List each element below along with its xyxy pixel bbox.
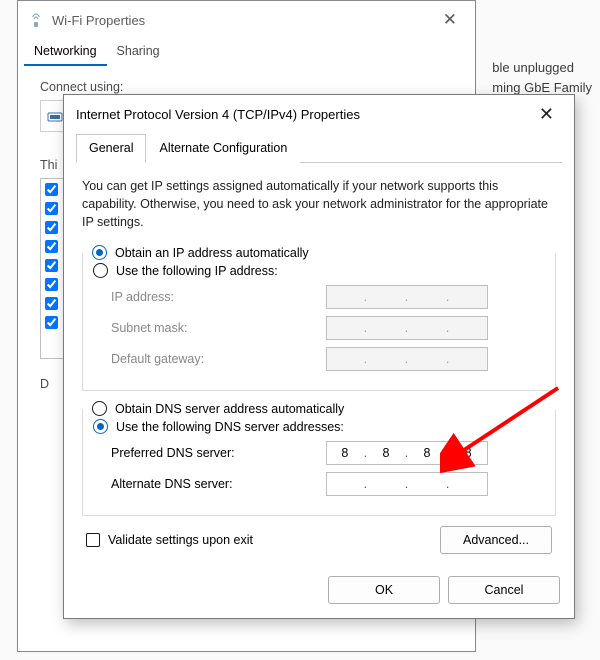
ip-address-label: IP address: [111,290,326,304]
background-partial-text: ble unplugged ming GbE Family [492,58,592,97]
dns-group: Use the following DNS server addresses: … [82,409,556,516]
list-item-checkbox[interactable] [45,297,58,310]
list-item-checkbox[interactable] [45,183,58,196]
preferred-dns-field[interactable]: 8. 8. 8. 8 [326,441,488,465]
ip-address-field: ... [326,285,488,309]
checkbox-icon [86,533,100,547]
dialog-button-bar: OK Cancel [64,566,574,618]
close-icon[interactable]: ✕ [435,8,465,32]
close-icon[interactable]: ✕ [531,102,562,127]
radio-icon [93,263,108,278]
ip-address-group: Use the following IP address: IP address… [82,253,556,391]
alternate-dns-field[interactable]: . . . [326,472,488,496]
ipv4-description: You can get IP settings assigned automat… [82,177,556,231]
ipv4-title: Internet Protocol Version 4 (TCP/IPv4) P… [76,107,531,122]
radio-label: Use the following DNS server addresses: [116,420,344,434]
ok-button[interactable]: OK [328,576,440,604]
alternate-dns-label: Alternate DNS server: [111,477,326,491]
list-item-checkbox[interactable] [45,221,58,234]
ipv4-properties-dialog: Internet Protocol Version 4 (TCP/IPv4) P… [63,94,575,619]
tab-networking[interactable]: Networking [24,39,107,66]
default-gateway-label: Default gateway: [111,352,326,366]
list-item-checkbox[interactable] [45,240,58,253]
list-item-checkbox[interactable] [45,202,58,215]
list-item-checkbox[interactable] [45,278,58,291]
wifi-tabs: Networking Sharing [18,39,475,66]
default-gateway-field: ... [326,347,488,371]
wifi-titlebar: Wi-Fi Properties ✕ [18,1,475,39]
radio-use-dns[interactable]: Use the following DNS server addresses: [93,419,541,434]
advanced-button[interactable]: Advanced... [440,526,552,554]
checkbox-label: Validate settings upon exit [108,533,253,547]
tab-sharing[interactable]: Sharing [107,39,170,66]
wifi-title: Wi-Fi Properties [52,13,435,28]
subnet-mask-label: Subnet mask: [111,321,326,335]
ipv4-tabs: General Alternate Configuration [76,133,562,163]
list-item-checkbox[interactable] [45,316,58,329]
tab-alternate-configuration[interactable]: Alternate Configuration [146,134,300,163]
radio-label: Use the following IP address: [116,264,278,278]
wifi-icon [28,12,44,28]
cancel-button[interactable]: Cancel [448,576,560,604]
ipv4-titlebar: Internet Protocol Version 4 (TCP/IPv4) P… [64,95,574,133]
tab-general[interactable]: General [76,134,146,163]
subnet-mask-field: ... [326,316,488,340]
preferred-dns-label: Preferred DNS server: [111,446,326,460]
connect-using-label: Connect using: [40,80,453,94]
list-item-checkbox[interactable] [45,259,58,272]
adapter-icon [47,109,63,123]
validate-settings-checkbox[interactable]: Validate settings upon exit [86,533,253,547]
radio-use-ip[interactable]: Use the following IP address: [93,263,541,278]
radio-icon [93,419,108,434]
